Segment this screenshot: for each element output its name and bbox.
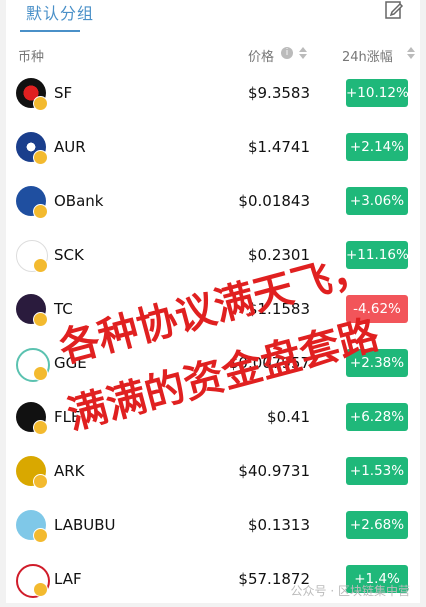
coin-symbol: LAF bbox=[54, 570, 82, 588]
chain-badge-icon bbox=[33, 366, 48, 381]
info-icon[interactable]: i bbox=[281, 47, 293, 59]
coin-symbol: SF bbox=[54, 84, 73, 102]
coin-row[interactable]: LABUBU $0.1313 +2.68% bbox=[6, 499, 420, 553]
sort-icon[interactable] bbox=[406, 45, 416, 61]
header-coin[interactable]: 币种 bbox=[18, 46, 44, 65]
change-badge[interactable]: +6.28% bbox=[346, 403, 408, 431]
change-badge[interactable]: +1.53% bbox=[346, 457, 408, 485]
footer-watermark: 公众号 · 区块链集中营 bbox=[290, 584, 410, 598]
sort-icon[interactable] bbox=[298, 45, 308, 61]
coin-price: $0.01843 bbox=[238, 192, 310, 210]
chain-badge-icon bbox=[33, 312, 48, 327]
coin-row[interactable]: OBank $0.01843 +3.06% bbox=[6, 175, 420, 229]
header-change[interactable]: 24h涨幅 bbox=[342, 46, 393, 65]
chain-badge-icon bbox=[33, 528, 48, 543]
header-price[interactable]: 价格 bbox=[248, 46, 274, 65]
coin-price: $0.1313 bbox=[247, 516, 310, 534]
chain-badge-icon bbox=[33, 474, 48, 489]
chain-badge-icon bbox=[33, 258, 48, 273]
list-header: 币种 价格 i 24h涨幅 bbox=[6, 44, 420, 68]
coin-symbol: SCK bbox=[54, 246, 84, 264]
coin-symbol: OBank bbox=[54, 192, 104, 210]
edit-icon[interactable] bbox=[384, 0, 404, 20]
coin-row[interactable]: ARK $40.9731 +1.53% bbox=[6, 445, 420, 499]
chain-badge-icon bbox=[33, 204, 48, 219]
coin-price: $40.9731 bbox=[238, 462, 310, 480]
coin-symbol: LABUBU bbox=[54, 516, 116, 534]
tab-default-group[interactable]: 默认分组 bbox=[26, 0, 94, 24]
coin-symbol: AUR bbox=[54, 138, 86, 156]
coin-symbol: ARK bbox=[54, 462, 85, 480]
tab-bar: 默认分组 bbox=[6, 0, 420, 34]
change-badge[interactable]: +10.12% bbox=[346, 79, 409, 107]
change-badge[interactable]: +3.06% bbox=[346, 187, 408, 215]
chain-badge-icon bbox=[33, 420, 48, 435]
coin-price: $9.3583 bbox=[247, 84, 310, 102]
active-tab-indicator bbox=[20, 30, 80, 32]
chain-badge-icon bbox=[33, 582, 48, 597]
chain-badge-icon bbox=[33, 96, 48, 111]
change-badge[interactable]: +2.14% bbox=[346, 133, 408, 161]
coin-price: $1.4741 bbox=[247, 138, 310, 156]
chain-badge-icon bbox=[33, 150, 48, 165]
coin-row[interactable]: SF $9.3583 +10.12% bbox=[6, 67, 420, 121]
change-badge[interactable]: +2.68% bbox=[346, 511, 408, 539]
coin-row[interactable]: AUR $1.4741 +2.14% bbox=[6, 121, 420, 175]
coin-price: $0.41 bbox=[267, 408, 310, 426]
